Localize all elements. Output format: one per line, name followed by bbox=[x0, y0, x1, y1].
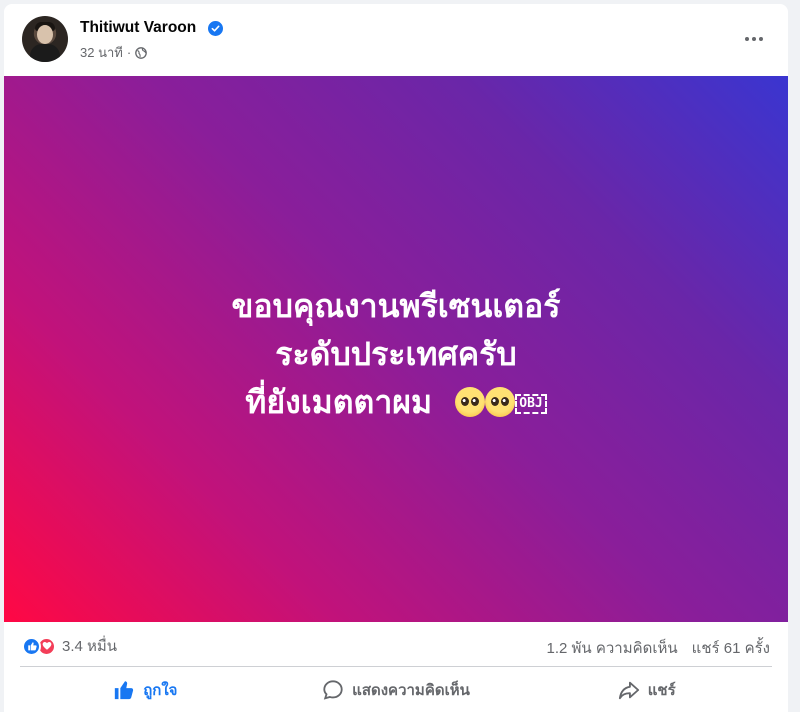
reactions-summary[interactable]: 3.4 หมื่น bbox=[22, 634, 117, 658]
comment-bubble-icon bbox=[322, 679, 344, 701]
globe-icon[interactable] bbox=[135, 46, 148, 59]
reaction-count[interactable]: 3.4 หมื่น bbox=[62, 634, 117, 658]
post-text-line-1: ขอบคุณงานพรีเซนเตอร์ bbox=[231, 287, 561, 325]
like-button[interactable]: ถูกใจ bbox=[20, 670, 271, 710]
object-replacement-glyph: OBJ bbox=[515, 394, 547, 414]
author-name[interactable]: Thitiwut Varoon bbox=[80, 19, 196, 37]
post-background: ขอบคุณงานพรีเซนเตอร์ ระดับประเทศครับ ที่… bbox=[4, 76, 788, 622]
pleading-face-icon bbox=[485, 387, 516, 417]
post-text-line-3-wrap: ที่ยังเมตตาผม OBJ bbox=[4, 378, 788, 426]
author-avatar[interactable] bbox=[22, 16, 68, 62]
like-label: ถูกใจ bbox=[143, 682, 178, 699]
post-card: Thitiwut Varoon 32 นาที · ขอบคุณงานพรีเซ… bbox=[4, 4, 788, 712]
post-actions: ถูกใจ แสดงความคิดเห็น แชร์ bbox=[20, 670, 772, 710]
share-arrow-icon bbox=[618, 679, 640, 701]
actions-divider bbox=[20, 666, 772, 667]
post-timestamp[interactable]: 32 นาที bbox=[80, 42, 123, 63]
like-reaction-icon bbox=[22, 636, 41, 656]
share-button[interactable]: แชร์ bbox=[521, 670, 772, 710]
post-text-line-3: ที่ยังเมตตาผม bbox=[245, 383, 433, 421]
share-count[interactable]: แชร์ 61 ครั้ง bbox=[692, 636, 770, 660]
share-label: แชร์ bbox=[647, 682, 676, 699]
post-header: Thitiwut Varoon 32 นาที · bbox=[4, 4, 788, 76]
comment-count[interactable]: 1.2 พัน ความคิดเห็น bbox=[547, 636, 678, 660]
pleading-face-icon bbox=[455, 387, 486, 417]
post-text: ขอบคุณงานพรีเซนเตอร์ ระดับประเทศครับ ที่… bbox=[4, 282, 788, 426]
engagement-counts: 1.2 พัน ความคิดเห็น แชร์ 61 ครั้ง bbox=[547, 636, 770, 660]
post-text-line-2: ระดับประเทศครับ bbox=[275, 335, 517, 373]
post-meta: 32 นาที · bbox=[80, 42, 148, 63]
thumbs-up-icon bbox=[113, 679, 135, 701]
meta-separator: · bbox=[126, 45, 132, 60]
comment-button[interactable]: แสดงความคิดเห็น bbox=[271, 670, 522, 710]
post-stats: 3.4 หมื่น 1.2 พัน ความคิดเห็น แชร์ 61 คร… bbox=[4, 622, 788, 666]
more-options-icon[interactable] bbox=[736, 26, 772, 52]
comment-label: แสดงความคิดเห็น bbox=[352, 682, 470, 699]
verified-badge-icon bbox=[208, 21, 223, 36]
